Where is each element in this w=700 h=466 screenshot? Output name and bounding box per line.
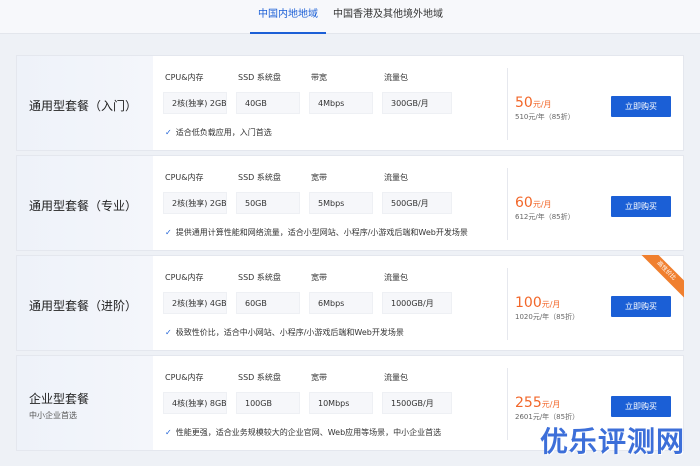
bandwidth-value: 5Mbps bbox=[309, 192, 373, 214]
buy-now-button[interactable]: 立即购买 bbox=[611, 396, 671, 417]
buy-now-button[interactable]: 立即购买 bbox=[611, 96, 671, 117]
traffic-label: 流量包 bbox=[384, 173, 408, 182]
monthly-price: 255元/月 bbox=[515, 392, 560, 411]
plan-card-advanced: 通用型套餐（进阶） CPU&内存 SSD 系统盘 宽带 流量包 2核(独享) 4… bbox=[16, 255, 684, 351]
cpu-label: CPU&内存 bbox=[165, 373, 204, 382]
yearly-price: 510元/年（85折） bbox=[515, 113, 575, 121]
plan-name-panel: 通用型套餐（专业） bbox=[17, 156, 153, 250]
buy-now-button[interactable]: 立即购买 bbox=[611, 196, 671, 217]
cpu-value: 2核(独享) 2GB bbox=[163, 192, 227, 214]
plan-name-panel: 通用型套餐（进阶） bbox=[17, 256, 153, 350]
cpu-value: 4核(独享) 8GB bbox=[163, 392, 227, 414]
cpu-value: 2核(独享) 4GB bbox=[163, 292, 227, 314]
traffic-value: 300GB/月 bbox=[382, 92, 452, 114]
check-icon: ✓ bbox=[165, 428, 172, 437]
disk-label: SSD 系统盘 bbox=[238, 73, 281, 82]
site-watermark: 优乐评测网 bbox=[540, 425, 686, 458]
price-amount: 60 bbox=[515, 195, 533, 211]
bandwidth-value: 6Mbps bbox=[309, 292, 373, 314]
plan-note: ✓ 极致性价比，适合中小网站、小程序/小游戏后端和Web开发场景 bbox=[165, 327, 404, 338]
check-icon: ✓ bbox=[165, 328, 172, 337]
price-amount: 100 bbox=[515, 295, 542, 311]
disk-label: SSD 系统盘 bbox=[238, 173, 281, 182]
price-amount: 50 bbox=[515, 95, 533, 111]
divider bbox=[507, 268, 508, 340]
bandwidth-value: 10Mbps bbox=[309, 392, 373, 414]
tab-mainland-china[interactable]: 中国内地地域 bbox=[250, 0, 326, 34]
ribbon-label: 高性价比 bbox=[640, 255, 684, 299]
traffic-label: 流量包 bbox=[384, 73, 408, 82]
corner-ribbon: 高性价比 bbox=[640, 255, 684, 299]
bandwidth-label: 宽带 bbox=[311, 173, 327, 182]
monthly-price: 100元/月 bbox=[515, 292, 560, 311]
plan-subtitle: 中小企业首选 bbox=[29, 411, 77, 420]
plan-note-text: 提供通用计算性能和网络流量，适合小型网站、小程序/小游戏后端和Web开发场景 bbox=[175, 228, 468, 237]
yearly-price: 1020元/年（85折） bbox=[515, 313, 580, 321]
buy-now-button[interactable]: 立即购买 bbox=[611, 296, 671, 317]
bandwidth-value: 4Mbps bbox=[309, 92, 373, 114]
bandwidth-label: 宽带 bbox=[311, 273, 327, 282]
plan-note: ✓ 性能更强，适合业务规模较大的企业官网、Web应用等场景，中小企业首选 bbox=[165, 427, 441, 438]
cpu-label: CPU&内存 bbox=[165, 73, 204, 82]
price-amount: 255 bbox=[515, 395, 542, 411]
region-tab-bar: 中国内地地域 中国香港及其他境外地域 bbox=[0, 0, 700, 34]
plan-name-panel: 通用型套餐（入门） bbox=[17, 56, 153, 150]
cpu-label: CPU&内存 bbox=[165, 273, 204, 282]
divider bbox=[507, 68, 508, 140]
disk-value: 40GB bbox=[236, 92, 300, 114]
cpu-label: CPU&内存 bbox=[165, 173, 204, 182]
plan-card-professional: 通用型套餐（专业） CPU&内存 SSD 系统盘 宽带 流量包 2核(独享) 2… bbox=[16, 155, 684, 251]
disk-label: SSD 系统盘 bbox=[238, 373, 281, 382]
price-unit: 元/月 bbox=[532, 100, 552, 109]
divider bbox=[507, 168, 508, 240]
price-unit: 元/月 bbox=[532, 200, 552, 209]
monthly-price: 60元/月 bbox=[515, 192, 552, 211]
bandwidth-label: 宽带 bbox=[311, 373, 327, 382]
plan-name: 通用型套餐（入门） bbox=[29, 99, 138, 113]
check-icon: ✓ bbox=[165, 228, 172, 237]
disk-value: 100GB bbox=[236, 392, 300, 414]
bandwidth-label: 带宽 bbox=[311, 73, 327, 82]
traffic-value: 1500GB/月 bbox=[382, 392, 452, 414]
plan-name-panel: 企业型套餐 中小企业首选 bbox=[17, 356, 153, 450]
plan-note-text: 极致性价比，适合中小网站、小程序/小游戏后端和Web开发场景 bbox=[175, 328, 404, 337]
plan-name: 通用型套餐（进阶） bbox=[29, 299, 138, 313]
traffic-value: 1000GB/月 bbox=[382, 292, 452, 314]
disk-label: SSD 系统盘 bbox=[238, 273, 281, 282]
divider bbox=[507, 368, 508, 440]
plan-note-text: 适合低负载应用，入门首选 bbox=[175, 128, 272, 137]
plan-note: ✓ 适合低负载应用，入门首选 bbox=[165, 127, 272, 138]
traffic-label: 流量包 bbox=[384, 273, 408, 282]
plan-note-text: 性能更强，适合业务规模较大的企业官网、Web应用等场景，中小企业首选 bbox=[175, 428, 442, 437]
traffic-value: 500GB/月 bbox=[382, 192, 452, 214]
plan-note: ✓ 提供通用计算性能和网络流量，适合小型网站、小程序/小游戏后端和Web开发场景 bbox=[165, 227, 468, 238]
yearly-price: 612元/年（85折） bbox=[515, 213, 575, 221]
plan-name: 企业型套餐 bbox=[29, 392, 90, 406]
monthly-price: 50元/月 bbox=[515, 92, 552, 111]
cpu-value: 2核(独享) 2GB bbox=[163, 92, 227, 114]
disk-value: 50GB bbox=[236, 192, 300, 214]
plan-card-starter: 通用型套餐（入门） CPU&内存 SSD 系统盘 带宽 流量包 2核(独享) 2… bbox=[16, 55, 684, 151]
check-icon: ✓ bbox=[165, 128, 172, 137]
plan-name: 通用型套餐（专业） bbox=[29, 199, 138, 213]
disk-value: 60GB bbox=[236, 292, 300, 314]
traffic-label: 流量包 bbox=[384, 373, 408, 382]
price-unit: 元/月 bbox=[541, 300, 561, 309]
tab-hongkong-overseas[interactable]: 中国香港及其他境外地域 bbox=[330, 0, 446, 34]
price-unit: 元/月 bbox=[541, 400, 561, 409]
